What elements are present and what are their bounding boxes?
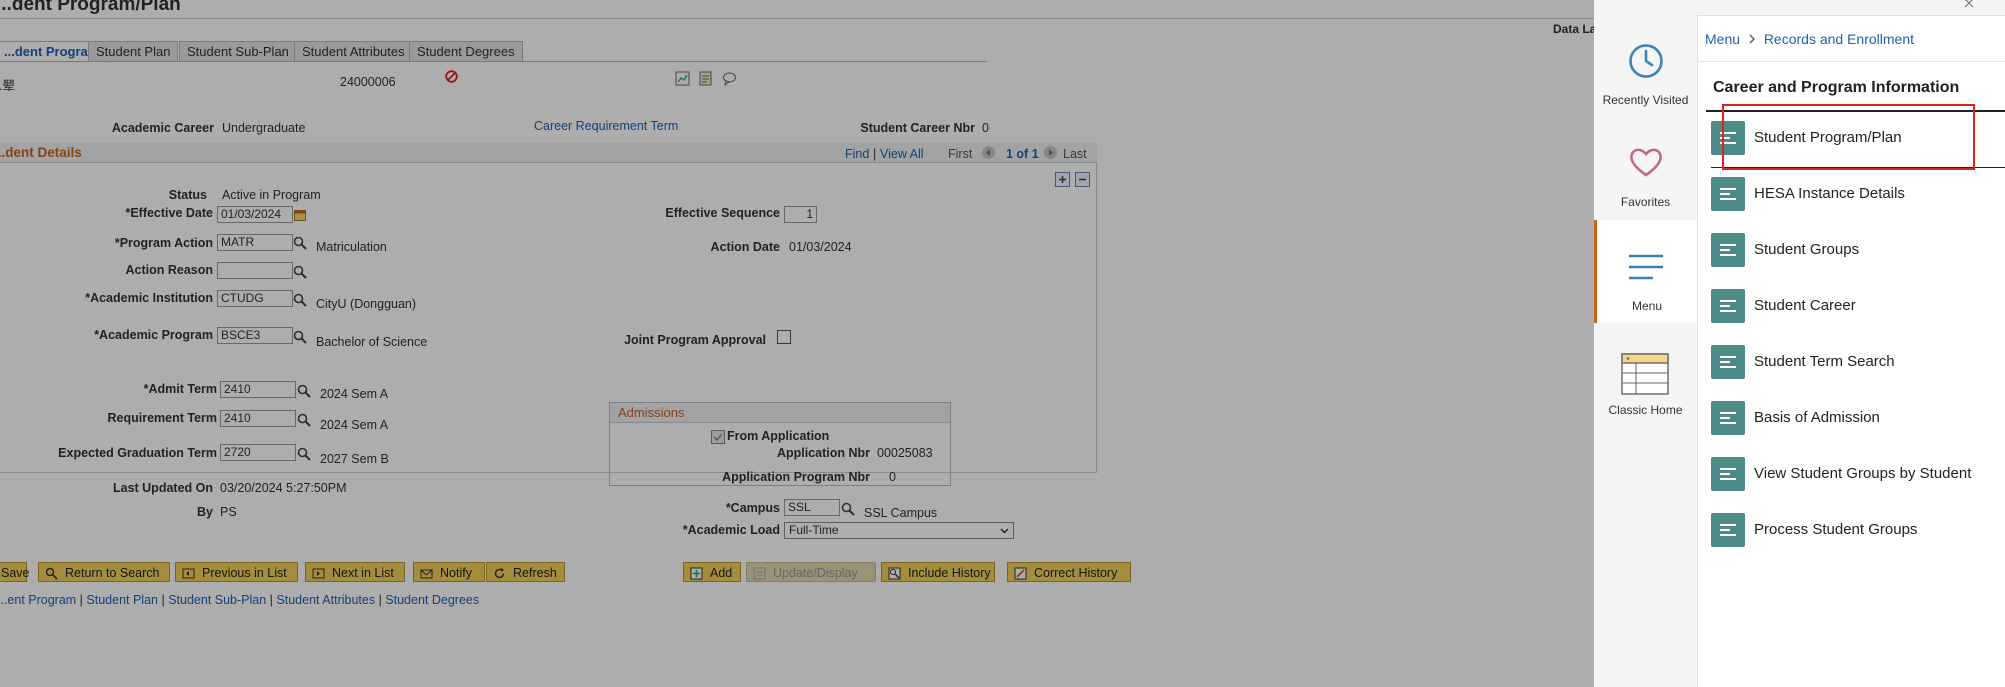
modal-backdrop[interactable] bbox=[0, 0, 1594, 687]
menu-item-label: Student Groups bbox=[1754, 241, 1860, 258]
section-title: Career and Program Information bbox=[1713, 79, 1960, 96]
menu-item-label: Student Term Search bbox=[1754, 353, 1895, 370]
menu-list-item[interactable]: Student Career bbox=[1711, 279, 2005, 335]
menu-list-item[interactable]: Student Groups bbox=[1711, 223, 2005, 279]
list-item-icon bbox=[1711, 401, 1745, 435]
menu-item[interactable]: Menu bbox=[1594, 220, 1697, 323]
highlight-box bbox=[1722, 104, 1975, 170]
menu-list-item[interactable]: Basis of Admission bbox=[1711, 391, 2005, 447]
classic-home-item[interactable]: Classic Home bbox=[1594, 323, 1697, 426]
hamburger-icon bbox=[1627, 253, 1665, 281]
close-icon[interactable] bbox=[1964, 0, 1974, 8]
menu-item-label: HESA Instance Details bbox=[1754, 185, 1905, 202]
breadcrumb-divider bbox=[1697, 61, 2005, 62]
menu-item-label: Student Career bbox=[1754, 297, 1856, 314]
clock-icon bbox=[1628, 43, 1664, 79]
favorites-label: Favorites bbox=[1620, 195, 1671, 209]
chevron-right-icon bbox=[1744, 31, 1760, 47]
menu-list-item[interactable]: HESA Instance Details bbox=[1711, 167, 2005, 223]
heart-icon bbox=[1628, 145, 1664, 179]
menu-list-item[interactable]: View Student Groups by Student bbox=[1711, 447, 2005, 503]
menu-item-label: Process Student Groups bbox=[1754, 521, 1918, 538]
classic-home-label: Classic Home bbox=[1608, 403, 1683, 417]
favorites-item[interactable]: Favorites bbox=[1594, 115, 1697, 220]
breadcrumb-menu-link[interactable]: Menu bbox=[1705, 31, 1740, 47]
menu-label: Menu bbox=[1631, 299, 1663, 313]
recently-visited-label: Recently Visited bbox=[1602, 93, 1689, 107]
list-item-icon bbox=[1711, 289, 1745, 323]
list-item-icon bbox=[1711, 457, 1745, 491]
list-item-icon bbox=[1711, 513, 1745, 547]
menu-item-label: View Student Groups by Student bbox=[1754, 465, 1972, 482]
list-item-icon bbox=[1711, 177, 1745, 211]
classic-home-icon bbox=[1621, 353, 1669, 395]
menu-list-item[interactable]: Student Term Search bbox=[1711, 335, 2005, 391]
recently-visited-item[interactable]: Recently Visited bbox=[1594, 15, 1697, 115]
menu-item-label: Basis of Admission bbox=[1754, 409, 1880, 426]
list-item-icon bbox=[1711, 345, 1745, 379]
list-item-icon bbox=[1711, 233, 1745, 267]
breadcrumb-current-link[interactable]: Records and Enrollment bbox=[1764, 31, 1914, 47]
menu-list-item[interactable]: Process Student Groups bbox=[1711, 503, 2005, 559]
breadcrumb: Menu Records and Enrollment bbox=[1705, 31, 1914, 47]
panel-top-strip bbox=[1594, 0, 2005, 16]
